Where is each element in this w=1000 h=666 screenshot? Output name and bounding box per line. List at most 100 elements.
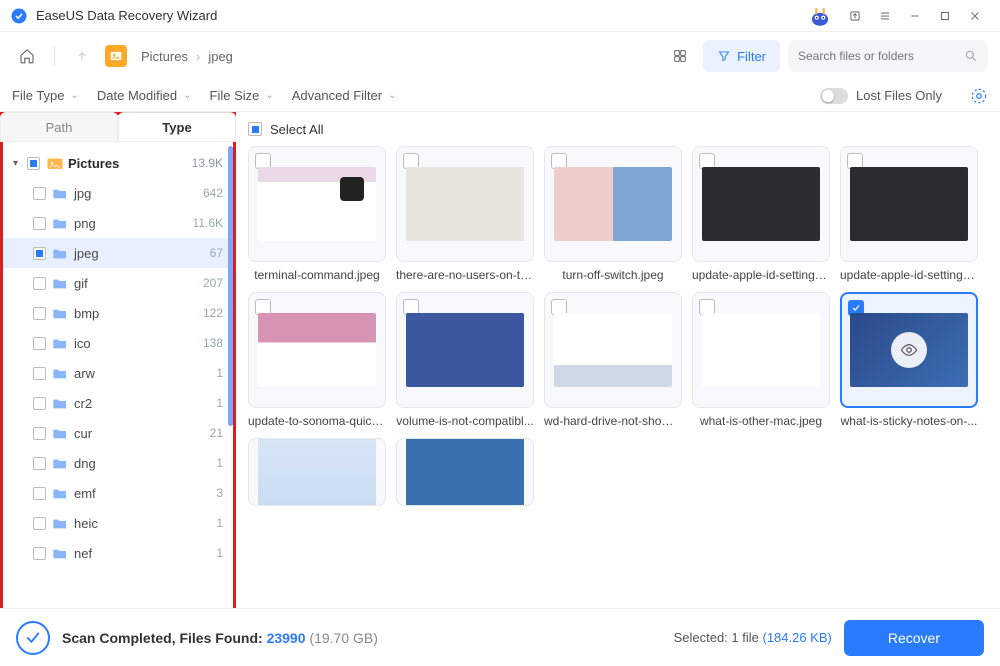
- checkbox[interactable]: [33, 307, 46, 320]
- thumbnail[interactable]: [840, 146, 978, 262]
- checkbox[interactable]: [33, 457, 46, 470]
- thumbnail[interactable]: [248, 292, 386, 408]
- tree-item-gif[interactable]: gif207: [3, 268, 233, 298]
- file-card[interactable]: [396, 438, 534, 506]
- scan-complete-icon: [16, 621, 50, 655]
- thumbnail[interactable]: [544, 292, 682, 408]
- tree-root-pictures[interactable]: ▾ Pictures 13.9K: [3, 148, 233, 178]
- lost-files-only-toggle[interactable]: Lost Files Only: [820, 88, 942, 104]
- thumbnail[interactable]: [544, 146, 682, 262]
- checkbox[interactable]: [33, 217, 46, 230]
- toggle-switch[interactable]: [820, 88, 848, 104]
- grid-view-button[interactable]: [665, 41, 695, 71]
- toolbar: Pictures › jpeg Filter: [0, 32, 1000, 80]
- thumbnail[interactable]: [692, 146, 830, 262]
- tree-item-ico[interactable]: ico138: [3, 328, 233, 358]
- file-card[interactable]: there-are-no-users-on-th...: [396, 146, 534, 282]
- checkbox[interactable]: [33, 547, 46, 560]
- search-box[interactable]: [788, 40, 988, 72]
- app-title: EaseUS Data Recovery Wizard: [36, 8, 217, 23]
- checkbox[interactable]: [33, 487, 46, 500]
- file-name: update-apple-id-settings...: [840, 268, 978, 282]
- file-name: what-is-sticky-notes-on-...: [840, 414, 978, 428]
- thumbnail[interactable]: [692, 292, 830, 408]
- thumbnail[interactable]: [396, 292, 534, 408]
- preview-eye-icon[interactable]: [891, 332, 927, 368]
- tab-type[interactable]: Type: [118, 112, 236, 141]
- file-card[interactable]: turn-off-switch.jpeg: [544, 146, 682, 282]
- main-content: Path Type ▾ Pictures 13.9K jpg642png11.6…: [0, 112, 1000, 612]
- thumbnail-image: [702, 167, 820, 241]
- pictures-folder-icon: [105, 45, 127, 67]
- checkbox[interactable]: [33, 247, 46, 260]
- tree-item-cr2[interactable]: cr21: [3, 388, 233, 418]
- up-button[interactable]: [67, 41, 97, 71]
- home-button[interactable]: [12, 41, 42, 71]
- checkbox[interactable]: [33, 397, 46, 410]
- thumbnail-image: [406, 313, 524, 387]
- file-grid: terminal-command.jpegthere-are-no-users-…: [248, 146, 1000, 506]
- maximize-button[interactable]: [930, 2, 960, 30]
- checkbox[interactable]: [33, 337, 46, 350]
- share-icon[interactable]: [840, 2, 870, 30]
- tree-item-cur[interactable]: cur21: [3, 418, 233, 448]
- thumbnail[interactable]: [248, 438, 386, 506]
- tree-item-jpg[interactable]: jpg642: [3, 178, 233, 208]
- thumbnail[interactable]: [248, 146, 386, 262]
- breadcrumb-root[interactable]: Pictures: [141, 49, 188, 64]
- recover-button[interactable]: Recover: [844, 620, 984, 656]
- filter-icon: [717, 49, 731, 63]
- tree-item-dng[interactable]: dng1: [3, 448, 233, 478]
- scan-eye-icon[interactable]: [970, 87, 988, 105]
- tree-item-emf[interactable]: emf3: [3, 478, 233, 508]
- tree-item-bmp[interactable]: bmp122: [3, 298, 233, 328]
- file-card[interactable]: terminal-command.jpeg: [248, 146, 386, 282]
- filter-button[interactable]: Filter: [703, 40, 780, 72]
- select-all-checkbox[interactable]: [248, 122, 262, 136]
- file-card[interactable]: update-apple-id-settings...: [692, 146, 830, 282]
- tree-item-nef[interactable]: nef1: [3, 538, 233, 568]
- tab-path[interactable]: Path: [0, 112, 118, 141]
- filter-date-modified[interactable]: Date Modified⌄: [97, 88, 192, 103]
- titlebar: EaseUS Data Recovery Wizard: [0, 0, 1000, 32]
- tree-item-png[interactable]: png11.6K: [3, 208, 233, 238]
- caret-icon: ▾: [13, 158, 23, 169]
- close-button[interactable]: [960, 2, 990, 30]
- thumbnail-image: [258, 313, 376, 387]
- filter-advanced[interactable]: Advanced Filter⌄: [292, 88, 397, 103]
- filter-file-type[interactable]: File Type⌄: [12, 88, 79, 103]
- file-card[interactable]: what-is-sticky-notes-on-...: [840, 292, 978, 428]
- checkbox[interactable]: [33, 517, 46, 530]
- breadcrumb: Pictures › jpeg: [105, 45, 233, 67]
- breadcrumb-current: jpeg: [208, 49, 233, 64]
- select-all-row[interactable]: Select All: [248, 112, 1000, 146]
- thumbnail-image: [702, 313, 820, 387]
- file-name: volume-is-not-compatibl...: [396, 414, 534, 428]
- checkbox[interactable]: [33, 187, 46, 200]
- file-card[interactable]: update-to-sonoma-quick...: [248, 292, 386, 428]
- sidebar-scrollbar[interactable]: [228, 142, 233, 609]
- tree-item-jpeg[interactable]: jpeg67: [3, 238, 233, 268]
- menu-icon[interactable]: [870, 2, 900, 30]
- thumbnail[interactable]: [396, 438, 534, 506]
- checkbox[interactable]: [33, 367, 46, 380]
- file-card[interactable]: what-is-other-mac.jpeg: [692, 292, 830, 428]
- search-input[interactable]: [798, 49, 958, 63]
- thumbnail[interactable]: [840, 292, 978, 408]
- file-card[interactable]: volume-is-not-compatibl...: [396, 292, 534, 428]
- checkbox[interactable]: [33, 427, 46, 440]
- minimize-button[interactable]: [900, 2, 930, 30]
- tree-item-arw[interactable]: arw1: [3, 358, 233, 388]
- thumbnail-image: [258, 167, 376, 241]
- thumbnail[interactable]: [396, 146, 534, 262]
- mascot-icon[interactable]: [806, 2, 834, 30]
- tree-item-heic[interactable]: heic1: [3, 508, 233, 538]
- file-card[interactable]: [248, 438, 386, 506]
- thumbnail-image: [406, 438, 524, 506]
- filter-file-size[interactable]: File Size⌄: [210, 88, 274, 103]
- file-card[interactable]: update-apple-id-settings...: [840, 146, 978, 282]
- checkbox[interactable]: [33, 277, 46, 290]
- checkbox[interactable]: [27, 157, 40, 170]
- folder-icon: [46, 155, 64, 171]
- file-card[interactable]: wd-hard-drive-not-showi...: [544, 292, 682, 428]
